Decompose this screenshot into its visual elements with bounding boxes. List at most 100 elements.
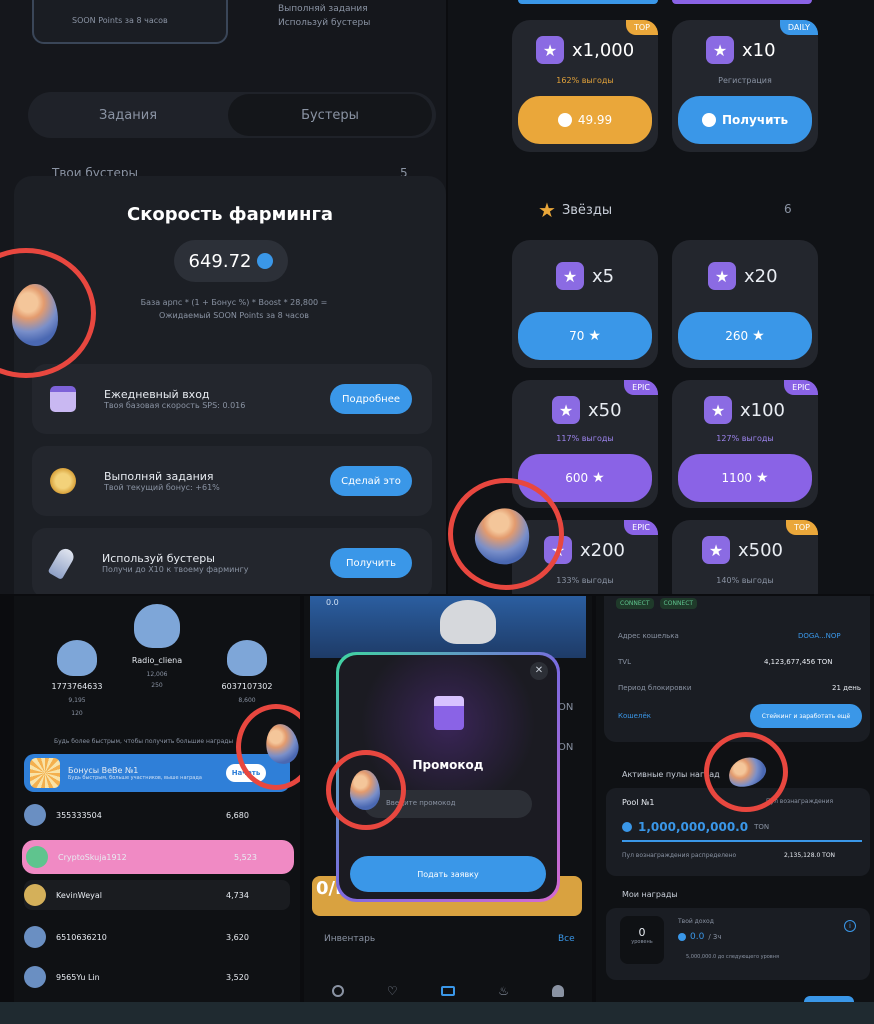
leaderboard-row-highlighted[interactable]: CryptoSkuja1912 5,523 — [22, 840, 294, 874]
coin-icon — [257, 253, 274, 269]
do-it-button[interactable]: Сделай это — [330, 466, 412, 496]
row-name: CryptoSkuja1912 — [58, 852, 127, 862]
top-strip-left — [518, 0, 658, 4]
leaderboard-row[interactable]: KevinWeyal 4,734 — [24, 880, 290, 910]
inventory-label: Инвентарь — [324, 934, 376, 944]
booster-icon: ★ — [708, 262, 736, 290]
buy-button[interactable]: 1100 ★ — [678, 454, 812, 502]
podium-first: Radio_cliena 12,006 250 — [122, 604, 192, 689]
farming-speed-screen: SOON Points за 8 часов Выполняй задания … — [0, 0, 446, 594]
info-icon[interactable]: i — [844, 920, 856, 932]
player-stat: 9,195 — [68, 697, 86, 704]
all-link[interactable]: Все — [558, 934, 575, 944]
speed-pill: 649.72 — [174, 240, 288, 282]
promo-shop-icon — [434, 696, 464, 730]
player-name: 6037107302 — [221, 682, 273, 691]
booster-icon: ★ — [536, 36, 564, 64]
pack-amount: x5 — [592, 265, 615, 287]
player-name: Radio_cliena — [131, 656, 183, 665]
badge-daily: DAILY — [779, 20, 818, 35]
stars-section: ★ Звёзды — [538, 198, 612, 222]
buy-button[interactable]: 49.99 — [518, 96, 652, 144]
podium-second: 1773764633 9,195 120 — [42, 640, 112, 717]
pack-amount: x200 — [580, 539, 626, 561]
badge-top: TOP — [785, 520, 818, 535]
ton-icon — [678, 933, 686, 941]
details-button[interactable]: Подробнее — [330, 384, 412, 414]
item-complete-tasks: Выполняй задания Твой текущий бонус: +61… — [32, 446, 432, 516]
stake-button[interactable]: Стейкинг и заработать ещё — [750, 704, 862, 728]
hint-text: Будь более быстрым, чтобы получить больш… — [54, 738, 234, 745]
price: 260 — [725, 329, 749, 343]
item-use-boosters: Используй бустеры Получи до X10 к твоему… — [32, 528, 432, 594]
wallet-icon[interactable] — [440, 986, 455, 996]
my-rewards-label: Мои награды — [622, 890, 678, 899]
item-subtitle: Твой текущий бонус: +61% — [104, 483, 220, 492]
reward-card: 0 уровень Твой доход 0.0 / 3ч 5,000,000.… — [606, 908, 870, 980]
speed-value: 649.72 — [188, 250, 252, 272]
star-icon: ★ — [538, 198, 556, 222]
leaderboard-row[interactable]: 9565Yu Lin 3,520 — [24, 962, 290, 992]
badge-epic: EPIC — [624, 380, 658, 395]
tab-boosters[interactable]: Бустеры — [228, 94, 432, 136]
pack-amount: x10 — [742, 39, 776, 61]
pack-card: TOP ★ x500 140% выгоды — [672, 520, 818, 594]
leaderboard-row[interactable]: 355333504 6,680 — [24, 800, 290, 830]
pack-note: 162% выгоды — [556, 76, 614, 85]
pack-amount: x100 — [740, 399, 786, 421]
row-value: 3,620 — [226, 932, 249, 942]
leaderboard-row[interactable]: 6510636210 3,620 — [24, 922, 290, 952]
bottom-nav: ♡ ♨ — [310, 980, 586, 1002]
side-text: ON — [558, 742, 574, 753]
section-count: 6 — [784, 202, 792, 216]
booster-icon: ★ — [704, 396, 732, 424]
points-card: SOON Points за 8 часов — [32, 0, 228, 44]
pack-note: 127% выгоды — [716, 434, 774, 443]
buy-button[interactable]: 260 ★ — [678, 312, 812, 360]
fire-icon[interactable]: ♨ — [498, 984, 509, 998]
bullets: Выполняй задания Используй бустеры — [278, 2, 370, 30]
avatar — [24, 804, 46, 826]
avatar — [134, 604, 180, 648]
profile-icon[interactable] — [552, 985, 565, 997]
submit-button[interactable]: Подать заявку — [350, 856, 546, 892]
get-button[interactable]: Получить — [330, 548, 412, 578]
pack-note: 140% выгоды — [716, 576, 774, 585]
star-icon: ★ — [752, 328, 765, 344]
booster-icon: ★ — [552, 396, 580, 424]
bullet-2: Используй бустеры — [278, 18, 371, 28]
store-screen: TOP ★ x1,000 162% выгоды 49.99 DAILY ★ x… — [448, 0, 874, 594]
pool-amount: 1,000,000,000.0 — [638, 820, 749, 834]
close-icon[interactable]: ✕ — [530, 662, 548, 680]
pack-amount: x1,000 — [572, 39, 635, 61]
banner-subtitle: Будь быстрым, больше участников, выше на… — [68, 774, 202, 781]
player-stat: 12,006 — [146, 671, 168, 678]
item-title: Используй бустеры — [102, 552, 215, 565]
claim-button[interactable]: Получить — [678, 96, 812, 144]
heart-icon[interactable]: ♡ — [387, 984, 398, 998]
buy-button[interactable]: 70 ★ — [518, 312, 652, 360]
price: 70 — [569, 329, 585, 343]
reward-per: / 3ч — [708, 933, 722, 941]
tag: CONNECT — [659, 598, 698, 609]
row-label: TVL — [618, 658, 631, 666]
row-name: KevinWeyal — [56, 890, 103, 900]
row-value: 6,680 — [226, 810, 249, 820]
pool-footer-left: Пул вознаграждения распределено — [622, 852, 737, 859]
gem-icon — [557, 113, 572, 127]
level-box: 0 уровень — [620, 916, 664, 964]
wallet-link[interactable]: Кошелёк — [618, 712, 651, 720]
price: 600 — [565, 471, 589, 485]
side-text: ON — [558, 702, 574, 713]
tag: CONNECT — [616, 598, 654, 609]
pack-card: DAILY ★ x10 Регистрация Получить — [672, 20, 818, 152]
price: 1100 — [721, 471, 752, 485]
badge-top: TOP — [625, 20, 658, 35]
player-stat: 8,600 — [238, 697, 256, 704]
tab-tasks[interactable]: Задания — [28, 92, 228, 138]
home-icon[interactable] — [331, 985, 344, 997]
row-label: Период блокировки — [618, 684, 692, 692]
reward-value: 0.0 — [690, 932, 705, 942]
modal-title: Скорость фарминга — [127, 204, 333, 225]
star-icon: ★ — [588, 328, 601, 344]
